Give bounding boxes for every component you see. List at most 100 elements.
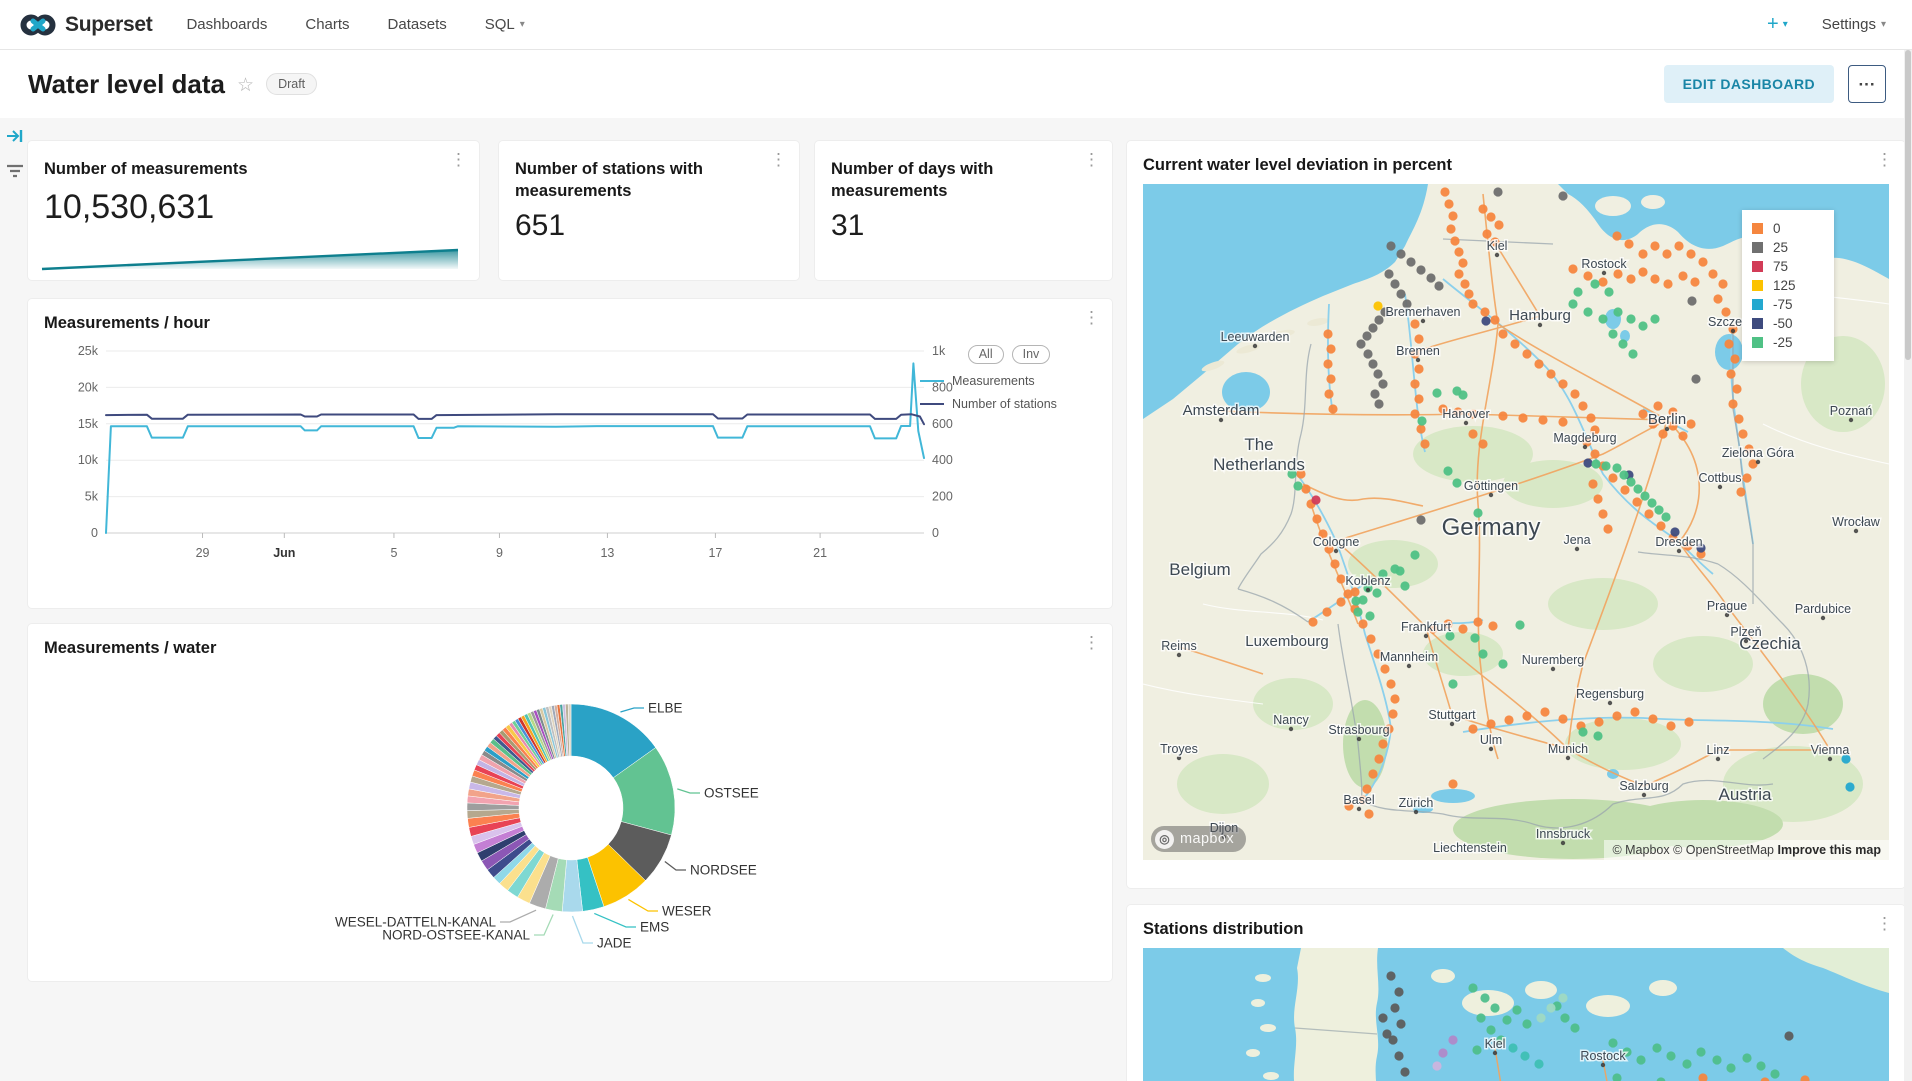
svg-text:NORD-OSTSEE-KANAL: NORD-OSTSEE-KANAL [382,928,530,943]
legend-color-swatch [1752,242,1763,253]
new-item-button[interactable]: +▾ [1767,13,1788,36]
svg-text:0: 0 [932,526,939,540]
legend-entry[interactable]: 25 [1752,238,1824,257]
legend-entry[interactable]: 125 [1752,276,1824,295]
page-title: Water level data [28,69,225,100]
svg-text:WESER: WESER [662,904,712,919]
nav-item-sql[interactable]: SQL▾ [485,16,525,33]
legend-entry[interactable]: -25 [1752,333,1824,352]
legend-entry[interactable]: 0 [1752,219,1824,238]
filter-rail [0,118,27,198]
legend-entry[interactable]: -50 [1752,314,1824,333]
svg-text:Reims: Reims [1161,639,1196,653]
chevron-down-icon: ▾ [1881,19,1886,30]
series-swatch [920,380,944,382]
legend-entry[interactable]: -75 [1752,295,1824,314]
svg-text:Kiel: Kiel [1487,239,1508,253]
svg-text:5k: 5k [85,490,99,504]
series-swatch [920,403,944,405]
edit-dashboard-button[interactable]: EDIT DASHBOARD [1664,65,1834,103]
filter-icon[interactable] [6,163,27,184]
infinity-logo-icon [20,12,56,38]
deviation-map[interactable]: LeeuwardenAmsterdamTheNetherlandsBelgium… [1143,184,1889,860]
svg-text:Leeuwarden: Leeuwarden [1221,330,1290,344]
settings-menu[interactable]: Settings▾ [1822,16,1886,33]
svg-text:Magdeburg: Magdeburg [1553,431,1616,445]
kpi-value: 651 [515,209,783,243]
svg-text:Luxembourg: Luxembourg [1245,633,1328,650]
svg-text:JADE: JADE [597,936,632,951]
kpi-row: Number of measurements ⋮ 10,530,631 Numb… [28,141,1112,280]
svg-text:17: 17 [708,546,722,560]
svg-text:0: 0 [91,526,98,540]
svg-text:ELBE: ELBE [648,701,683,716]
card-menu-icon[interactable]: ⋮ [1876,151,1893,169]
svg-text:Hanover: Hanover [1442,407,1489,421]
nav-item-charts[interactable]: Charts [305,16,349,33]
stations-map[interactable]: KielRostockBremerhaven [1143,948,1889,1081]
card-menu-icon[interactable]: ⋮ [770,151,787,169]
measurements-hour-chart-card: Measurements / hour ⋮ 005k20010k40015k60… [28,299,1112,608]
more-options-button[interactable]: ··· [1848,65,1886,103]
legend-entry[interactable]: 75 [1752,257,1824,276]
legend-label: -25 [1773,335,1793,350]
svg-text:Vienna: Vienna [1811,743,1850,757]
svg-text:Ulm: Ulm [1480,733,1502,747]
mapbox-logo[interactable]: ◎ mapbox [1151,826,1246,852]
superset-logo[interactable]: Superset [20,12,152,38]
legend-pill-inv[interactable]: Inv [1012,345,1051,364]
card-menu-icon[interactable]: ⋮ [1083,151,1100,169]
svg-text:Prague: Prague [1707,599,1747,613]
improve-map-link: Improve this map [1778,843,1882,857]
svg-text:Zielona Góra: Zielona Góra [1722,446,1794,460]
svg-text:Basel: Basel [1343,793,1374,807]
nav-item-datasets[interactable]: Datasets [388,16,447,33]
map-attribution[interactable]: © Mapbox © OpenStreetMap Improve this ma… [1604,840,1889,860]
legend-color-swatch [1752,280,1763,291]
svg-text:Regensburg: Regensburg [1576,687,1644,701]
card-menu-icon[interactable]: ⋮ [450,151,467,169]
legend-label: 125 [1773,278,1796,293]
svg-text:EMS: EMS [640,920,669,935]
card-menu-icon[interactable]: ⋮ [1083,309,1100,327]
svg-text:10k: 10k [78,453,99,467]
chart-title: Current water level deviation in percent [1143,156,1889,175]
legend-label: -50 [1773,316,1793,331]
plus-icon: + [1767,13,1779,36]
svg-text:OSTSEE: OSTSEE [704,786,759,801]
legend-color-swatch [1752,318,1763,329]
card-menu-icon[interactable]: ⋮ [1876,915,1893,933]
svg-text:Berlin: Berlin [1648,411,1686,428]
card-menu-icon[interactable]: ⋮ [1083,634,1100,652]
svg-text:5: 5 [390,546,397,560]
svg-text:Hamburg: Hamburg [1509,307,1571,324]
svg-text:Kiel: Kiel [1485,1037,1506,1051]
scrollbar-thumb[interactable] [1905,50,1911,360]
expand-filter-bar-icon[interactable] [6,128,27,149]
kpi-card-days: Number of days with measurements ⋮ 31 [815,141,1112,280]
svg-text:Jena: Jena [1563,533,1590,547]
legend-pill-all[interactable]: All [968,345,1004,364]
legend-color-swatch [1752,261,1763,272]
svg-text:Munich: Munich [1548,742,1588,756]
kpi-card-measurements: Number of measurements ⋮ 10,530,631 [28,141,479,280]
svg-text:15k: 15k [78,417,99,431]
kpi-value: 10,530,631 [44,188,463,227]
svg-text:Belgium: Belgium [1169,560,1230,579]
svg-text:Dresden: Dresden [1655,535,1702,549]
legend-item-stations[interactable]: Number of stations [920,397,1098,411]
legend-color-swatch [1752,223,1763,234]
favorite-star-icon[interactable]: ☆ [237,74,254,97]
nav-item-dashboards[interactable]: Dashboards [186,16,267,33]
svg-text:21: 21 [813,546,827,560]
legend-item-measurements[interactable]: Measurements [920,374,1098,388]
page-scrollbar[interactable] [1904,50,1912,1081]
svg-text:Amsterdam: Amsterdam [1183,402,1260,419]
chart-title: Measurements / hour [44,314,1096,333]
svg-text:20k: 20k [78,380,99,394]
measurements-water-chart-card: Measurements / water ⋮ ELBEOSTSEENORDSEE… [28,624,1112,981]
svg-text:Innsbruck: Innsbruck [1536,827,1591,841]
kpi-title: Number of measurements [44,158,463,180]
svg-text:Austria: Austria [1719,785,1772,804]
donut-chart[interactable]: ELBEOSTSEENORDSEEWESEREMSJADENORD-OSTSEE… [44,658,1096,958]
